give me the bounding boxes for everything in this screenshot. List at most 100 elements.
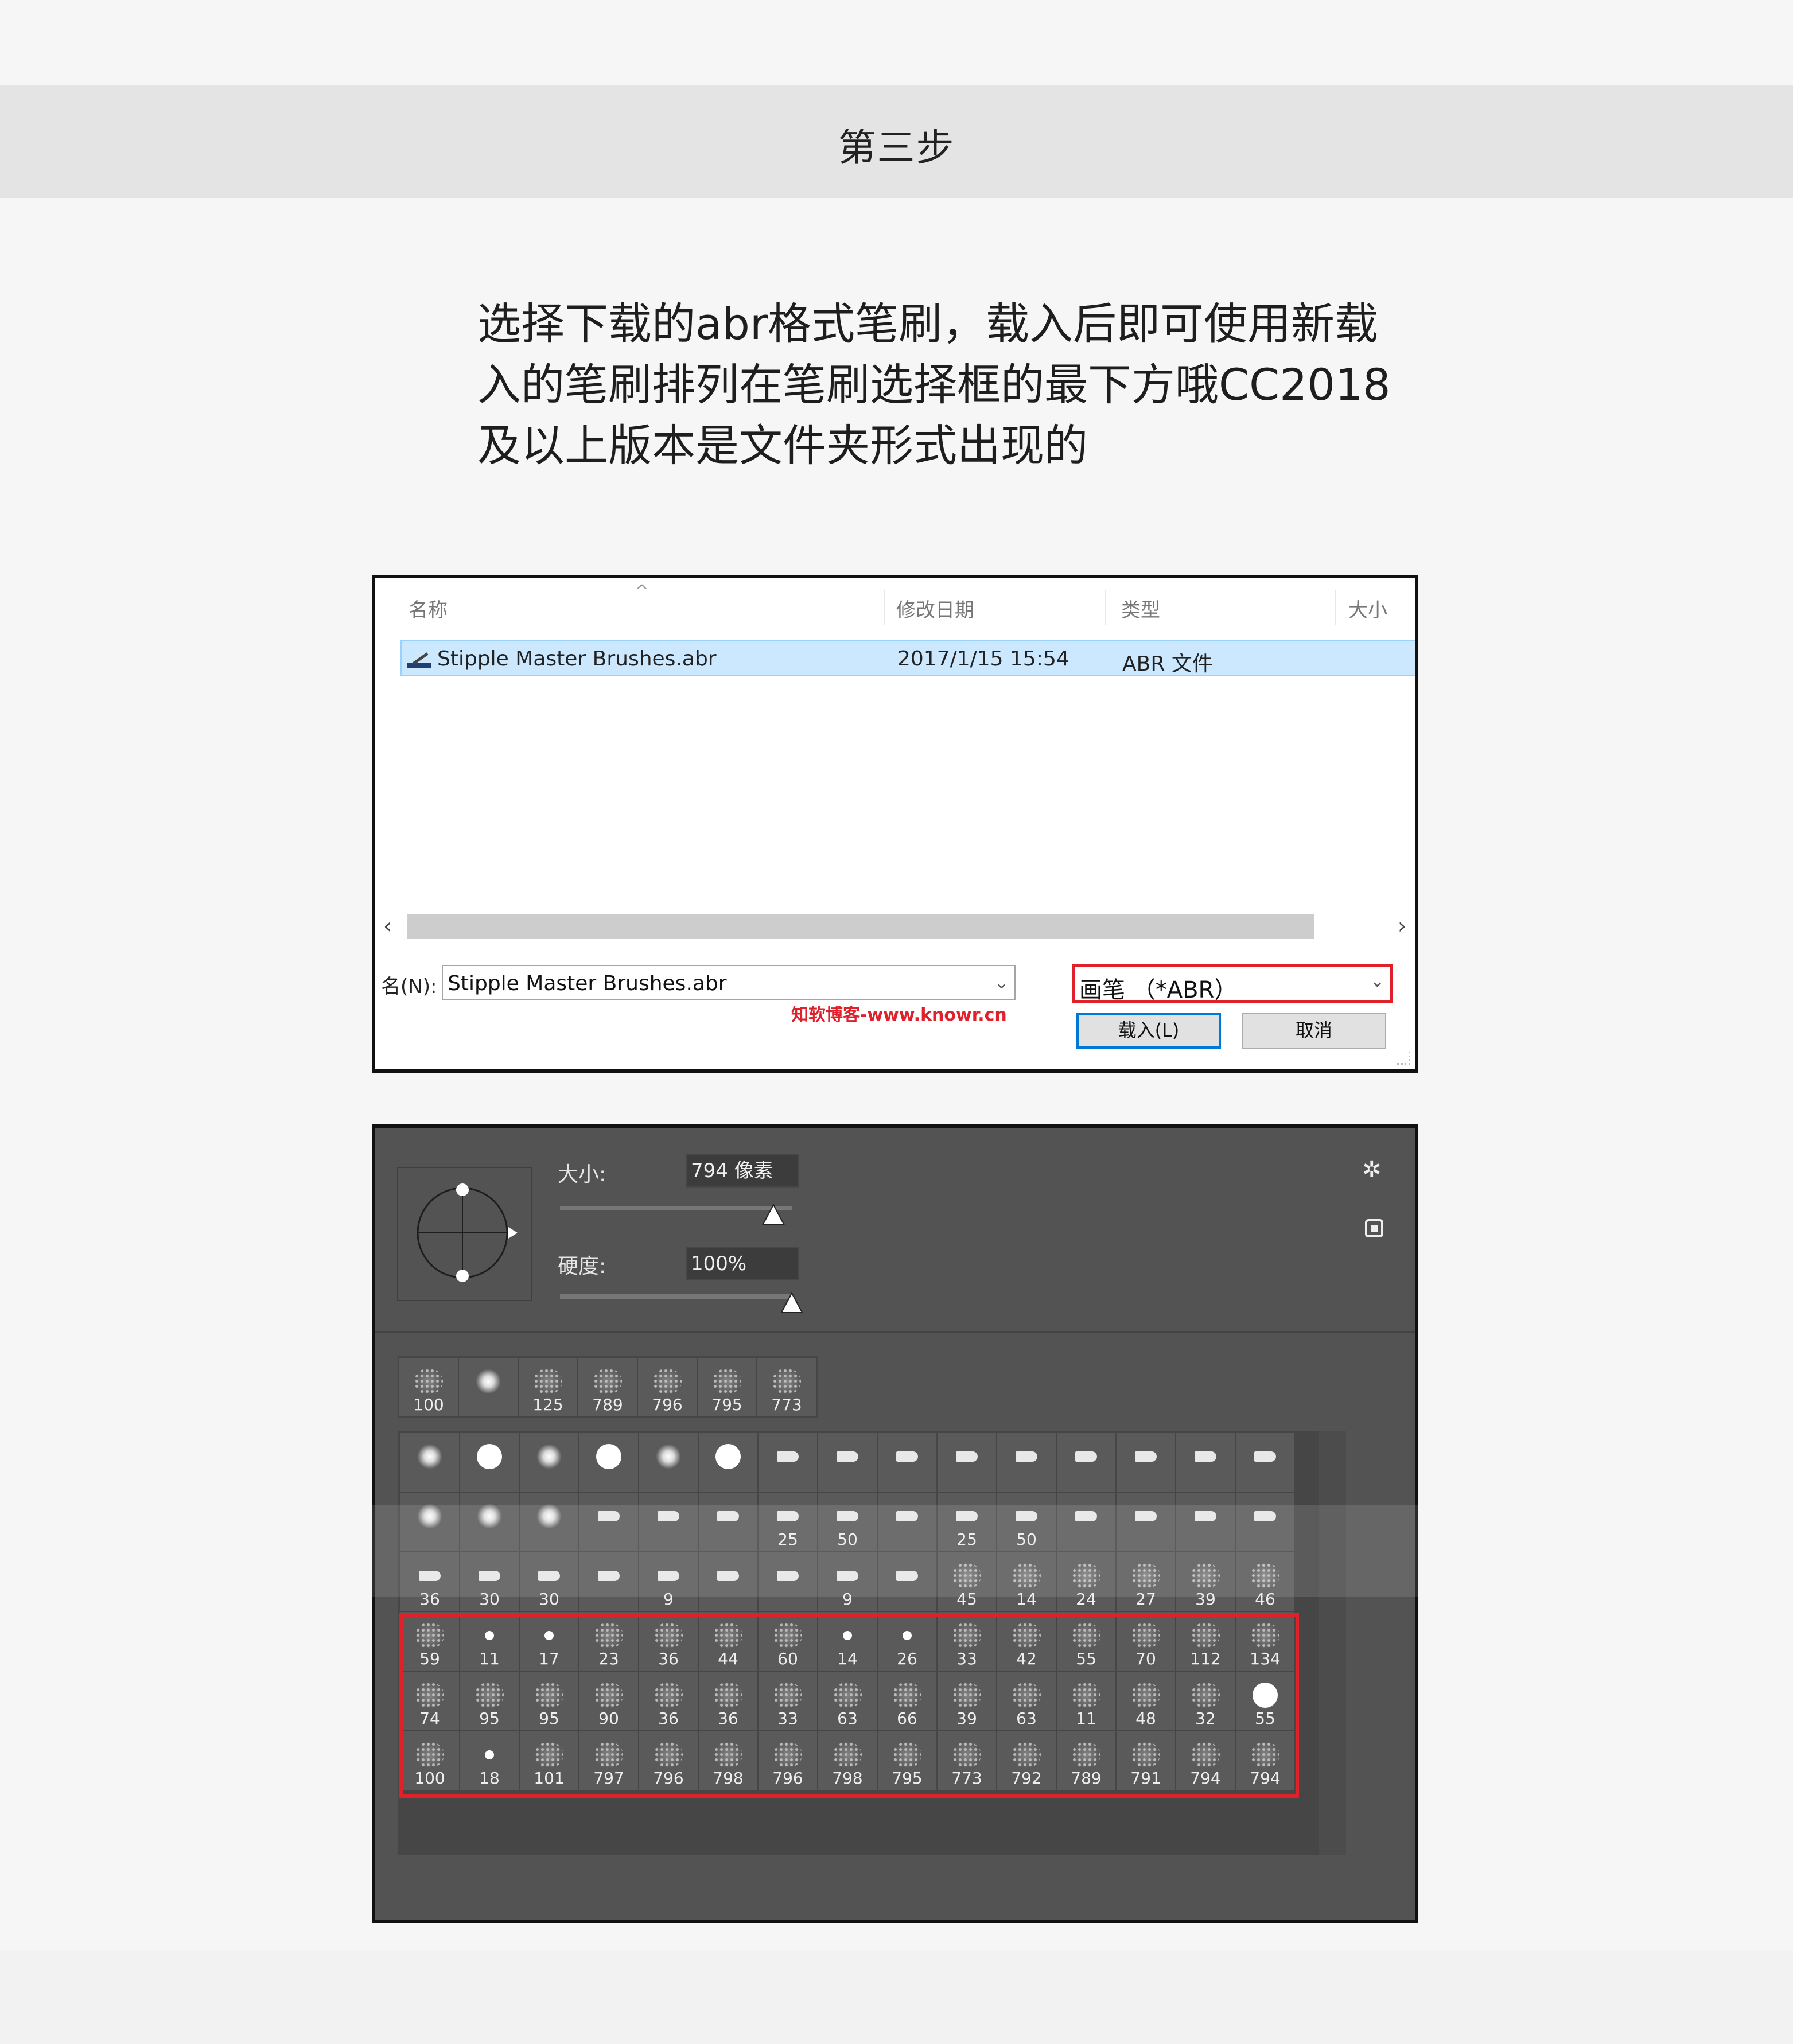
file-row-selected[interactable]: Stipple Master Brushes.abr 2017/1/15 15:… xyxy=(400,640,1415,676)
brush-size-label: 789 xyxy=(592,1395,623,1414)
shaped-brush-icon xyxy=(1135,1451,1157,1462)
brush-tile[interactable]: 125 xyxy=(519,1358,577,1416)
shaped-brush-icon xyxy=(896,1451,918,1462)
stipple-brush-icon xyxy=(653,1368,682,1395)
load-button[interactable]: 载入(L) xyxy=(1076,1013,1221,1049)
filetype-dropdown[interactable]: 画笔 （*ABR） ⌄ xyxy=(1072,964,1393,1003)
blurred-overlay-band xyxy=(0,1505,1793,1597)
stipple-brush-icon xyxy=(713,1368,741,1395)
filetype-value: 画笔 （*ABR） xyxy=(1079,977,1238,1003)
abr-file-icon xyxy=(407,647,431,668)
size-field[interactable]: 794 像素 xyxy=(686,1154,799,1188)
shaped-brush-icon xyxy=(1016,1451,1037,1462)
brush-tile[interactable]: 795 xyxy=(698,1358,756,1416)
instruction-text: 选择下载的abr格式笔刷，载入后即可使用新载 入的笔刷排列在笔刷选择框的最下方哦… xyxy=(477,294,1391,476)
column-separator[interactable] xyxy=(1335,590,1336,625)
file-date: 2017/1/15 15:54 xyxy=(897,647,1069,671)
brush-size-label: 796 xyxy=(652,1395,683,1414)
hardness-slider-thumb[interactable] xyxy=(780,1291,803,1317)
brush-size-label: 773 xyxy=(771,1395,802,1414)
filename-input[interactable]: Stipple Master Brushes.abr ⌄ xyxy=(442,965,1016,1000)
shaped-brush-icon xyxy=(1254,1451,1276,1462)
brush-tile[interactable] xyxy=(459,1358,518,1416)
bottom-fade xyxy=(0,1950,1793,2044)
hardness-slider-track[interactable] xyxy=(560,1294,792,1299)
brush-size-label: 795 xyxy=(711,1395,742,1414)
library-scrollbar[interactable] xyxy=(1319,1431,1346,1855)
brush-tile[interactable] xyxy=(759,1433,817,1492)
hard-round-brush-icon xyxy=(596,1443,621,1469)
stipple-brush-icon xyxy=(414,1368,443,1395)
shaped-brush-icon xyxy=(837,1451,858,1462)
hard-round-brush-icon xyxy=(477,1443,502,1469)
brush-size-label: 125 xyxy=(532,1395,563,1414)
soft-round-brush-icon xyxy=(656,1443,681,1469)
brush-tile[interactable] xyxy=(1057,1433,1115,1492)
shaped-brush-icon xyxy=(1075,1451,1097,1462)
column-separator[interactable] xyxy=(1105,590,1106,625)
cancel-button[interactable]: 取消 xyxy=(1242,1013,1386,1049)
brush-tile[interactable] xyxy=(699,1433,757,1492)
chevron-down-icon[interactable]: ⌄ xyxy=(1370,971,1384,991)
brush-tile[interactable] xyxy=(938,1433,996,1492)
brush-tile[interactable] xyxy=(400,1433,459,1492)
brush-tile[interactable]: 796 xyxy=(638,1358,697,1416)
file-name: Stipple Master Brushes.abr xyxy=(437,647,717,671)
brush-tile[interactable]: 100 xyxy=(399,1358,458,1416)
chevron-down-icon[interactable]: ⌄ xyxy=(994,973,1009,993)
brush-tile[interactable]: 773 xyxy=(757,1358,816,1416)
soft-round-brush-icon xyxy=(417,1443,442,1469)
scroll-right-icon[interactable]: › xyxy=(1398,913,1406,939)
shaped-brush-icon xyxy=(777,1451,799,1462)
stipple-brush-icon xyxy=(534,1368,562,1395)
column-header-name[interactable]: 名称 xyxy=(409,594,448,622)
soft-round-brush-icon xyxy=(536,1443,562,1469)
stipple-brush-icon xyxy=(772,1368,801,1395)
soft-round-brush-icon xyxy=(476,1368,501,1394)
brush-size-label: 100 xyxy=(413,1395,444,1414)
brush-tile[interactable] xyxy=(997,1433,1056,1492)
brush-tile[interactable] xyxy=(460,1433,519,1492)
hard-round-brush-icon xyxy=(715,1443,741,1469)
new-brushes-highlight xyxy=(399,1613,1299,1798)
shaped-brush-icon xyxy=(956,1451,978,1462)
resize-grip-icon[interactable] xyxy=(1397,1052,1410,1065)
instruction-line-2: 入的笔刷排列在笔刷选择框的最下方哦CC2018 xyxy=(477,359,1391,410)
brush-tile[interactable] xyxy=(818,1433,877,1492)
scroll-left-icon[interactable]: ‹ xyxy=(383,913,392,939)
column-header-date[interactable]: 修改日期 xyxy=(896,594,974,622)
step-header-band: 第三步 xyxy=(0,85,1793,198)
filename-value: Stipple Master Brushes.abr xyxy=(448,972,727,995)
brush-angle-preview[interactable] xyxy=(397,1167,532,1301)
brush-tile[interactable] xyxy=(1117,1433,1175,1492)
shaped-brush-icon xyxy=(1195,1451,1216,1462)
horizontal-scrollbar[interactable] xyxy=(407,914,1314,939)
size-slider-thumb[interactable] xyxy=(762,1203,785,1229)
watermark-text: 知软博客-www.knowr.cn xyxy=(791,1005,1007,1025)
instruction-line-3: 及以上版本是文件夹形式出现的 xyxy=(477,420,1088,471)
size-slider-track[interactable] xyxy=(560,1206,792,1210)
stipple-brush-icon xyxy=(593,1368,622,1395)
new-preset-icon[interactable] xyxy=(1364,1218,1385,1245)
brush-tile[interactable]: 789 xyxy=(578,1358,637,1416)
brush-tile[interactable] xyxy=(520,1433,578,1492)
instruction-line-1: 选择下载的abr格式笔刷，载入后即可使用新载 xyxy=(477,298,1379,349)
brush-tile[interactable] xyxy=(1236,1433,1294,1492)
sort-caret-icon: ^ xyxy=(635,582,649,602)
brush-tile[interactable] xyxy=(579,1433,638,1492)
gear-icon[interactable]: ✲ xyxy=(1362,1157,1382,1183)
hardness-field[interactable]: 100% xyxy=(686,1247,799,1280)
column-header-size[interactable]: 大小 xyxy=(1348,594,1387,622)
brush-tile[interactable] xyxy=(878,1433,936,1492)
file-type: ABR 文件 xyxy=(1122,652,1213,676)
file-open-dialog: ^ 名称 修改日期 类型 大小 Stipple Master Brushes.a… xyxy=(372,575,1418,1073)
step-title: 第三步 xyxy=(838,126,955,170)
brush-tile[interactable] xyxy=(639,1433,698,1492)
brush-tile[interactable] xyxy=(1176,1433,1235,1492)
size-label: 大小: xyxy=(558,1163,606,1186)
column-header-type[interactable]: 类型 xyxy=(1121,594,1160,622)
panel-divider xyxy=(375,1331,1415,1333)
column-separator[interactable] xyxy=(884,590,885,625)
filename-label: 名(N): xyxy=(381,975,437,998)
recent-brushes-row: 100 125 789 796 795 773 xyxy=(398,1356,818,1418)
